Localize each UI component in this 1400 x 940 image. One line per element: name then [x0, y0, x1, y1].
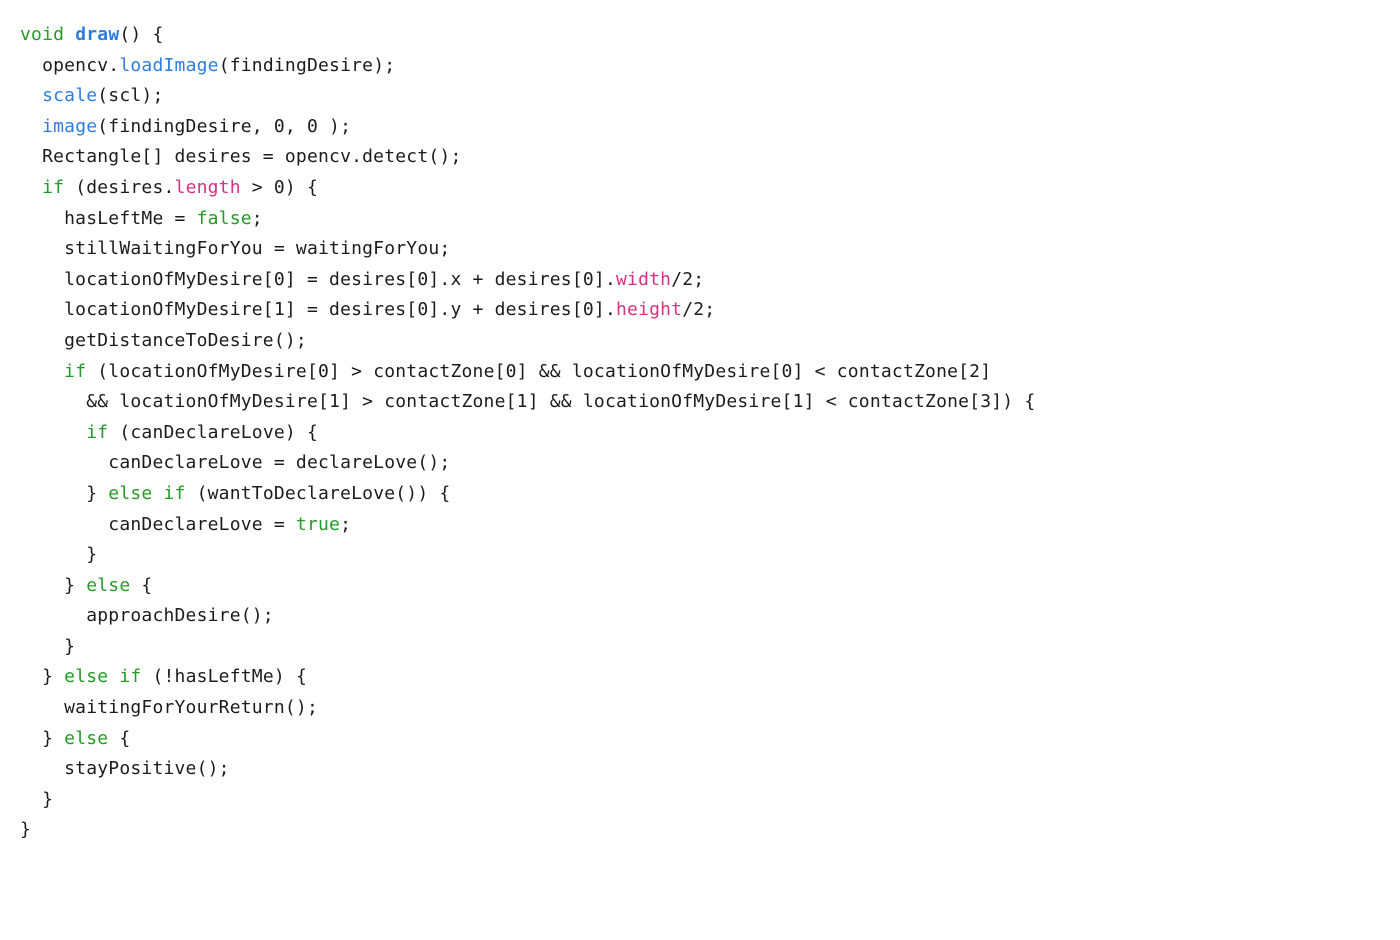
code-token: stayPositive(); [20, 758, 230, 779]
code-token [64, 24, 75, 45]
code-token: (findingDesire); [219, 55, 396, 76]
code-token: waitingForYourReturn(); [20, 697, 318, 718]
code-token: draw [75, 24, 119, 45]
code-token: width [616, 269, 671, 290]
code-token: else [64, 728, 108, 749]
code-token: } [20, 483, 108, 504]
code-token: hasLeftMe = [20, 208, 197, 229]
code-token: scale [42, 85, 97, 106]
code-token: () { [119, 24, 163, 45]
code-token: ; [340, 514, 351, 535]
code-token: approachDesire(); [20, 605, 274, 626]
code-token: /2; [682, 299, 715, 320]
code-token: } [20, 544, 97, 565]
code-token [20, 177, 42, 198]
code-token: (canDeclareLove) { [108, 422, 318, 443]
code-token [20, 85, 42, 106]
code-token [20, 361, 64, 382]
code-token: { [108, 728, 130, 749]
code-token: /2; [671, 269, 704, 290]
code-token: image [42, 116, 97, 137]
code-token: if [64, 361, 86, 382]
code-token: getDistanceToDesire(); [20, 330, 307, 351]
code-token: Rectangle[] desires = opencv.detect(); [20, 146, 461, 167]
code-token: loadImage [119, 55, 218, 76]
code-token: else if [108, 483, 185, 504]
code-token: true [296, 514, 340, 535]
code-token: if [42, 177, 64, 198]
code-token: } [20, 728, 64, 749]
code-token: length [175, 177, 241, 198]
code-token: ; [252, 208, 263, 229]
code-token: canDeclareLove = [20, 514, 296, 535]
code-content: void draw() { opencv.loadImage(findingDe… [20, 24, 1035, 840]
code-token: canDeclareLove = declareLove(); [20, 452, 450, 473]
code-token: (findingDesire, 0, 0 ); [97, 116, 351, 137]
code-token: locationOfMyDesire[0] = desires[0].x + d… [20, 269, 616, 290]
code-token: (desires. [64, 177, 174, 198]
code-token: (locationOfMyDesire[0] > contactZone[0] … [86, 361, 991, 382]
code-token: locationOfMyDesire[1] = desires[0].y + d… [20, 299, 616, 320]
code-block: void draw() { opencv.loadImage(findingDe… [20, 20, 1380, 846]
code-token: (scl); [97, 85, 163, 106]
code-token: void [20, 24, 64, 45]
code-token: height [616, 299, 682, 320]
code-token: } [20, 636, 75, 657]
code-token: if [86, 422, 108, 443]
code-token: else if [64, 666, 141, 687]
code-token: } [20, 789, 53, 810]
code-token: && locationOfMyDesire[1] > contactZone[1… [20, 391, 1035, 412]
code-token: opencv. [20, 55, 119, 76]
code-token: { [130, 575, 152, 596]
code-token [20, 116, 42, 137]
code-token: } [20, 819, 31, 840]
code-token: else [86, 575, 130, 596]
code-token: } [20, 666, 64, 687]
code-token: false [197, 208, 252, 229]
code-token [20, 422, 86, 443]
code-token: (!hasLeftMe) { [141, 666, 307, 687]
code-token: > 0) { [241, 177, 318, 198]
code-token: stillWaitingForYou = waitingForYou; [20, 238, 450, 259]
code-token: } [20, 575, 86, 596]
code-token: (wantToDeclareLove()) { [186, 483, 451, 504]
